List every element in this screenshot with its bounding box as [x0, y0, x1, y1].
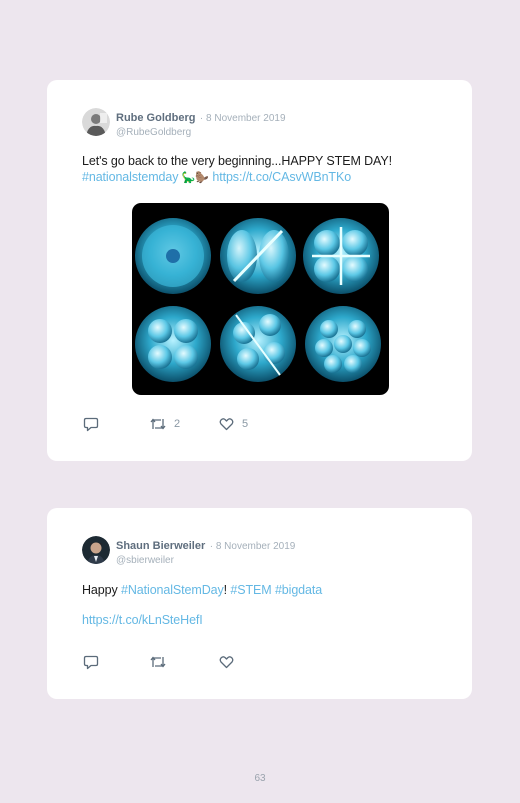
retweet-icon [150, 656, 166, 668]
reply-icon [83, 655, 99, 670]
author-handle[interactable]: @sbierweiler [116, 555, 295, 566]
url-link[interactable]: https://t.co/kLnSteHefI [82, 613, 203, 627]
reply-icon [83, 417, 99, 432]
cell-6 [305, 306, 381, 382]
reply-button[interactable] [83, 417, 107, 432]
tweet-text-prefix: Happy [82, 583, 122, 597]
hashtag-link[interactable]: #nationalstemday [82, 170, 178, 184]
cell-1 [135, 218, 211, 294]
cell-3 [303, 218, 379, 294]
like-icon [219, 418, 234, 431]
retweet-count: 2 [174, 418, 181, 430]
hashtag-link[interactable]: #NationalStemDay [121, 583, 224, 597]
tweet-text: Happy #NationalStemDay! #STEM #bigdata [82, 582, 322, 598]
tweet-date: · 8 November 2019 [209, 541, 296, 552]
author-name[interactable]: Rube Goldberg [116, 112, 195, 124]
tweet-text: Let's go back to the very beginning...HA… [82, 153, 392, 186]
tweet-card: Shaun Bierweiler · 8 November 2019 @sbie… [47, 508, 472, 699]
like-button[interactable] [219, 655, 242, 669]
url-link[interactable]: https://t.co/CAsvWBnTKo [212, 170, 351, 184]
tweet-text-line: Let's go back to the very beginning...HA… [82, 154, 392, 168]
cell-2 [220, 218, 296, 294]
reply-button[interactable] [83, 655, 107, 670]
like-icon [219, 656, 234, 669]
tweet-media-image[interactable] [132, 203, 389, 395]
emoji: 🦕🦫 [181, 172, 209, 184]
like-button[interactable]: 5 [219, 417, 248, 431]
tweet-link-line: https://t.co/kLnSteHefI [82, 612, 203, 628]
page-number: 63 [254, 773, 266, 784]
retweet-icon [150, 418, 166, 430]
retweet-button[interactable]: 2 [150, 417, 180, 431]
tweet-date: · 8 November 2019 [199, 113, 286, 124]
tweet-card: Rube Goldberg · 8 November 2019 @RubeGol… [47, 80, 472, 461]
author-name[interactable]: Shaun Bierweiler [116, 540, 205, 552]
author-handle[interactable]: @RubeGoldberg [116, 127, 286, 138]
avatar[interactable] [82, 108, 110, 136]
retweet-button[interactable] [150, 655, 174, 669]
cell-5 [220, 306, 296, 382]
like-count: 5 [242, 418, 249, 430]
hashtag-link[interactable]: #STEM [230, 583, 271, 597]
cell-4 [135, 306, 211, 382]
hashtag-link[interactable]: #bigdata [275, 583, 322, 597]
avatar[interactable] [82, 536, 110, 564]
